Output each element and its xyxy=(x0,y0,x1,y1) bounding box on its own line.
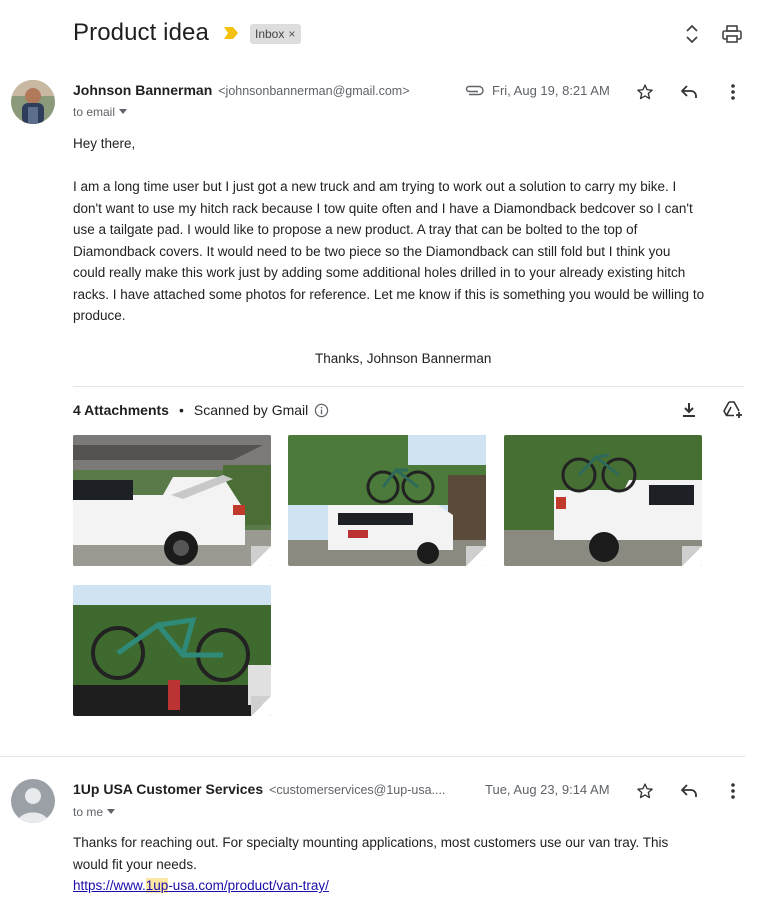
add-to-drive-icon[interactable] xyxy=(721,398,745,422)
message-body-2: Thanks for reaching out. For specialty m… xyxy=(73,832,753,897)
body-line: don't want to use my hitch rack because … xyxy=(73,200,693,216)
body-line: produce. xyxy=(73,308,126,323)
sender-avatar-default[interactable] xyxy=(11,779,55,823)
sender-line-2: 1Up USA Customer Services <customerservi… xyxy=(73,781,445,797)
message-date: Fri, Aug 19, 8:21 AM xyxy=(492,83,610,98)
body-line: would fit your needs. xyxy=(73,856,197,872)
paperclip-icon xyxy=(465,85,484,96)
sender-email: <johnsonbannerman@gmail.com> xyxy=(218,84,410,98)
label-chip-text: Inbox xyxy=(255,27,285,41)
van-tray-link[interactable]: https://www.1up-usa.com/product/van-tray… xyxy=(73,875,753,897)
chevron-down-icon xyxy=(107,809,116,814)
chevron-down-icon xyxy=(119,109,128,114)
sender-avatar[interactable] xyxy=(11,80,55,124)
body-line: racks. I have attached some photos for r… xyxy=(73,286,705,302)
close-icon[interactable]: × xyxy=(288,24,295,44)
message-body: I am a long time user but I just got a n… xyxy=(73,176,753,327)
recipient-label: to email xyxy=(73,105,116,119)
info-icon[interactable] xyxy=(314,403,329,418)
sender-name: Johnson Bannerman xyxy=(73,82,213,98)
reply-icon[interactable] xyxy=(677,779,701,803)
attachments-count: 4 Attachments xyxy=(73,402,169,418)
attachments-header: 4 Attachments • Scanned by Gmail xyxy=(73,402,329,418)
message-date-2: Tue, Aug 23, 9:14 AM xyxy=(485,782,610,797)
body-line: use a tailgate pad. I would like to prop… xyxy=(73,222,638,237)
more-vert-icon[interactable] xyxy=(721,80,745,104)
scanned-label: Scanned by Gmail xyxy=(193,402,309,418)
message-signoff: Thanks, Johnson Bannerman xyxy=(315,351,492,366)
attachment-thumbnail-1[interactable] xyxy=(73,435,271,566)
attachment-thumbnail-2[interactable] xyxy=(288,435,486,566)
recipient-label-2: to me xyxy=(73,805,104,819)
message-divider xyxy=(0,756,745,757)
more-vert-icon[interactable] xyxy=(721,779,745,803)
sender-email-2: <customerservices@1up-usa.... xyxy=(269,783,446,797)
download-all-icon[interactable] xyxy=(677,398,701,422)
page-fold xyxy=(466,546,486,566)
sender-name-2: 1Up USA Customer Services xyxy=(73,781,264,797)
body-line: could really make this work just by addi… xyxy=(73,265,686,280)
email-subject: Product idea xyxy=(73,19,209,46)
recipient-details-toggle-2[interactable]: to me xyxy=(73,805,116,819)
message-greeting: Hey there, xyxy=(73,136,136,151)
reply-icon[interactable] xyxy=(677,80,701,104)
sender-line: Johnson Bannerman <johnsonbannerman@gmai… xyxy=(73,82,410,98)
important-marker-icon[interactable] xyxy=(224,27,238,39)
separator-bullet: • xyxy=(178,402,184,418)
expand-collapse-icon[interactable] xyxy=(680,22,704,46)
body-line: Thanks for reaching out. For specialty m… xyxy=(73,835,669,850)
body-line: Diamondback covers. It would need to be … xyxy=(73,243,671,259)
page-fold xyxy=(251,546,271,566)
page-fold xyxy=(251,696,271,716)
recipient-details-toggle[interactable]: to email xyxy=(73,105,128,119)
attachments-divider xyxy=(73,386,744,387)
label-chip-inbox: Inbox × xyxy=(250,24,302,44)
star-icon[interactable] xyxy=(633,80,657,104)
page-fold xyxy=(682,546,702,566)
attachment-thumbnail-4[interactable] xyxy=(73,585,271,716)
attachment-thumbnail-3[interactable] xyxy=(504,435,702,566)
body-line: I am a long time user but I just got a n… xyxy=(73,179,677,194)
van-tray-link-text[interactable]: https://www.1up-usa.com/product/van-tray… xyxy=(73,878,329,893)
print-icon[interactable] xyxy=(720,22,744,46)
star-icon[interactable] xyxy=(633,779,657,803)
